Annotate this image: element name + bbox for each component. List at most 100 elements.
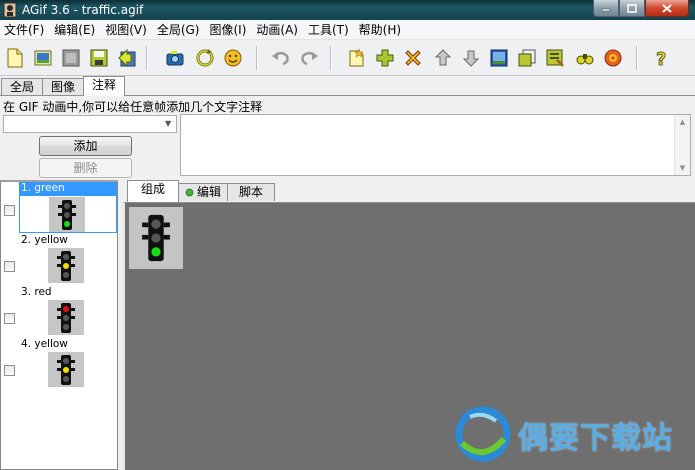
refresh-icon [196, 49, 214, 67]
copy-frame-button[interactable] [516, 47, 538, 69]
scroll-up-icon[interactable]: ▲ [675, 115, 690, 129]
new-file-button[interactable] [4, 47, 26, 69]
properties-icon [546, 49, 564, 67]
new-file-icon [7, 48, 23, 68]
window-title: AGif 3.6 - traffic.agif [22, 3, 144, 17]
watermark-text: 偶要下载站 [518, 421, 673, 456]
frame-label: 3. red [21, 286, 52, 298]
binoculars-button[interactable] [574, 47, 596, 69]
tab-edit[interactable]: 编辑 [178, 183, 228, 201]
frame-checkbox[interactable] [4, 313, 15, 324]
help-icon: ? [656, 49, 667, 68]
top-tabs: 全局 图像 注释 [0, 76, 695, 96]
film-button[interactable] [60, 47, 82, 69]
frame-thumbnail [49, 197, 85, 232]
add-button[interactable] [374, 47, 396, 69]
frame-checkbox[interactable] [4, 365, 15, 376]
traffic-light-red-icon [57, 302, 75, 333]
tab-global[interactable]: 全局 [1, 78, 43, 95]
palette-icon [604, 49, 622, 67]
copy-frame-icon [518, 49, 536, 67]
open-icon [34, 50, 52, 66]
move-up-button[interactable] [432, 47, 454, 69]
menu-edit[interactable]: 编辑(E) [50, 20, 101, 40]
watermark: 偶要下载站 [452, 403, 692, 465]
comment-combo[interactable]: ▼ [3, 115, 177, 133]
film-icon [62, 49, 80, 67]
comment-hint: 在 GIF 动画中,你可以给任意帧添加几个文字注释 [3, 100, 263, 114]
close-button[interactable] [645, 0, 689, 17]
new-frame-button[interactable] [346, 47, 368, 69]
chevron-down-icon[interactable]: ▼ [165, 119, 174, 129]
svg-text:?: ? [656, 49, 666, 68]
toolbar: ? [0, 40, 695, 76]
frames-list: 1. green 2. yellow 3. red 4. yellow [0, 180, 118, 470]
scroll-down-icon[interactable]: ▼ [675, 161, 690, 175]
frame-checkbox[interactable] [4, 261, 15, 272]
redo-icon [301, 51, 318, 66]
comment-scrollbar[interactable]: ▲ ▼ [674, 115, 690, 175]
tab-composition[interactable]: 组成 [127, 180, 179, 202]
new-frame-icon [349, 48, 364, 67]
frame-thumb-box [19, 195, 117, 233]
frame-item[interactable]: 2. yellow [1, 234, 117, 286]
menu-bar: 文件(F) 编辑(E) 视图(V) 全局(G) 图像(I) 动画(A) 工具(T… [0, 20, 695, 40]
save-button[interactable] [88, 47, 110, 69]
delete-button[interactable] [402, 47, 424, 69]
move-down-button[interactable] [460, 47, 482, 69]
palette-button[interactable] [602, 47, 624, 69]
traffic-light-green-icon [142, 214, 170, 262]
tab-edit-label: 编辑 [196, 185, 221, 199]
smiley-icon [224, 49, 242, 67]
tab-script[interactable]: 脚本 [227, 183, 275, 201]
add-icon [376, 49, 394, 67]
image-edit-icon [490, 49, 508, 67]
frame-label: 1. green [19, 182, 117, 195]
menu-help[interactable]: 帮助(H) [355, 20, 407, 40]
delete-comment-button[interactable]: 删除 [39, 158, 132, 178]
frame-thumb-box [19, 351, 117, 389]
sub-tabs: 组成 编辑 脚本 [122, 180, 695, 202]
maximize-icon [627, 3, 637, 13]
image-edit-button[interactable] [488, 47, 510, 69]
maximize-button[interactable] [619, 0, 645, 17]
properties-button[interactable] [544, 47, 566, 69]
close-icon [662, 3, 672, 13]
move-up-icon [434, 49, 452, 66]
green-dot-icon [185, 188, 194, 197]
frame-item[interactable]: 3. red [1, 286, 117, 338]
watermark-logo-icon [455, 406, 511, 462]
frame-thumbnail [48, 352, 84, 387]
menu-tools[interactable]: 工具(T) [304, 20, 355, 40]
frame-label: 4. yellow [21, 338, 68, 350]
app-icon [3, 2, 17, 18]
menu-image[interactable]: 图像(I) [205, 20, 252, 40]
add-comment-button[interactable]: 添加 [39, 136, 132, 156]
title-bar: AGif 3.6 - traffic.agif [0, 0, 695, 20]
frame-checkbox[interactable] [4, 205, 15, 216]
menu-view[interactable]: 视图(V) [101, 20, 153, 40]
camera-button[interactable] [164, 47, 186, 69]
delete-icon [405, 50, 421, 66]
tab-comment[interactable]: 注释 [83, 76, 125, 96]
menu-animation[interactable]: 动画(A) [252, 20, 304, 40]
menu-global[interactable]: 全局(G) [153, 20, 206, 40]
export-icon [118, 48, 136, 68]
frame-thumb-box [19, 299, 117, 337]
refresh-button[interactable] [194, 47, 216, 69]
minimize-button[interactable] [593, 0, 619, 17]
save-icon [90, 49, 108, 67]
open-button[interactable] [32, 47, 54, 69]
redo-button[interactable] [298, 47, 320, 69]
menu-file[interactable]: 文件(F) [0, 20, 50, 40]
traffic-light-yellow-icon [57, 354, 75, 385]
help-button[interactable]: ? [650, 47, 672, 69]
tab-image[interactable]: 图像 [42, 78, 84, 95]
undo-button[interactable] [270, 47, 292, 69]
export-button[interactable] [116, 47, 138, 69]
smiley-button[interactable] [222, 47, 244, 69]
comment-textarea[interactable]: ▲ ▼ [180, 114, 691, 176]
canvas-frame-image[interactable] [129, 207, 183, 269]
frame-item[interactable]: 4. yellow [1, 338, 117, 390]
frame-item[interactable]: 1. green [1, 182, 117, 234]
